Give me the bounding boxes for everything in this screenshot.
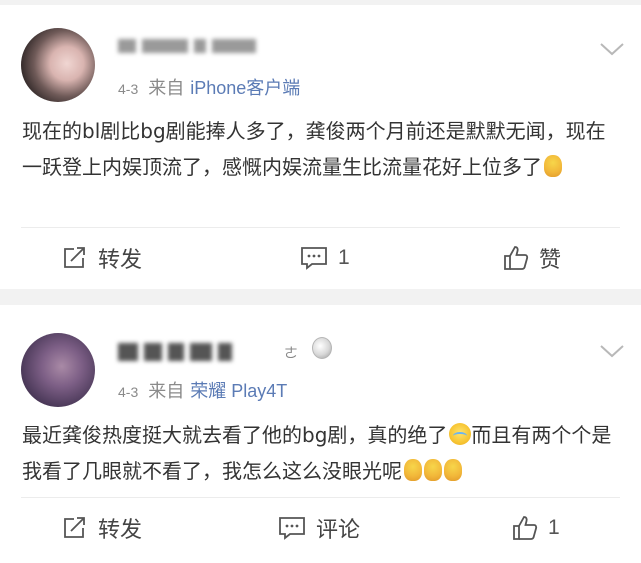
- repost-button[interactable]: 转发: [62, 498, 142, 558]
- source-link[interactable]: 荣耀 Play4T: [190, 381, 287, 401]
- like-button[interactable]: 赞: [503, 228, 561, 288]
- post-content: 现在的bl剧比bg剧能捧人多了，龚俊两个月前还是默默无闻，现在一跃登上内娱顶流了…: [22, 113, 622, 185]
- source-link[interactable]: iPhone客户端: [190, 78, 300, 98]
- comment-count: 1: [338, 246, 350, 269]
- post-text: 最近龚俊热度挺大就去看了他的bg剧，真的绝了: [22, 423, 448, 447]
- comment-icon: [279, 517, 305, 540]
- post-meta: 4-3 来自 iPhone客户端: [118, 74, 300, 100]
- pray-emoji-icon: [544, 155, 562, 177]
- pray-emoji-icon: [404, 459, 422, 481]
- pray-emoji-icon: [444, 459, 462, 481]
- like-icon: [513, 516, 538, 540]
- weibo-comment-card: 4-3 来自 iPhone客户端 现在的bl剧比bg剧能捧人多了，龚俊两个月前还是默…: [0, 5, 641, 289]
- repost-label: 转发: [98, 248, 143, 273]
- post-text: 现在的bl剧比bg剧能捧人多了，龚俊两个月前还是默默无闻，现在一跃登上内娱顶流了…: [22, 119, 606, 179]
- post-date: 4-3: [118, 81, 139, 97]
- sob-emoji-icon: [449, 423, 472, 445]
- post-separator-band: [0, 289, 641, 305]
- repost-icon: [64, 517, 85, 538]
- action-bar: 转发 评论 1: [0, 498, 641, 558]
- comment-button[interactable]: 评论: [278, 498, 360, 558]
- like-count: 1: [548, 516, 560, 539]
- source-prefix: 来自: [148, 381, 185, 401]
- user-badge-icon: ㄜ: [284, 346, 298, 362]
- comment-button[interactable]: 1: [300, 228, 350, 288]
- like-icon: [504, 246, 529, 270]
- like-label: 赞: [539, 248, 562, 273]
- avatar[interactable]: [21, 28, 95, 102]
- chevron-down-icon[interactable]: [599, 343, 625, 359]
- repost-label: 转发: [98, 518, 143, 543]
- repost-button[interactable]: 转发: [62, 228, 142, 288]
- repost-icon: [64, 247, 85, 268]
- comment-label: 评论: [316, 518, 361, 543]
- like-button[interactable]: 1: [512, 498, 560, 558]
- pray-emoji-icon: [424, 459, 442, 481]
- username-blurred[interactable]: [118, 341, 232, 363]
- weibo-comment-card: ㄜ 4-3 来自 荣耀 Play4T 最近龚俊热度挺大就去看了他的bg剧，真的绝了而…: [0, 305, 641, 563]
- post-meta: 4-3 来自 荣耀 Play4T: [118, 377, 287, 403]
- post-content: 最近龚俊热度挺大就去看了他的bg剧，真的绝了 而且有两个个是我看了几眼就不看了，我…: [22, 417, 622, 489]
- chevron-down-icon[interactable]: [599, 41, 625, 57]
- username-blurred[interactable]: [118, 35, 256, 57]
- post-date: 4-3: [118, 384, 139, 400]
- comment-icon: [301, 247, 327, 270]
- avatar[interactable]: [21, 333, 95, 407]
- source-prefix: 来自: [148, 78, 185, 98]
- action-bar: 转发 1 赞: [0, 228, 641, 288]
- medal-icon: [312, 337, 332, 359]
